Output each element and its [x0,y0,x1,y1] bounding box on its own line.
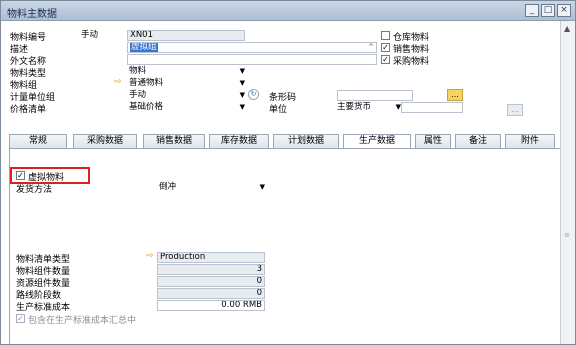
numbering-series-select[interactable]: 手动 [81,30,121,41]
item-no-field[interactable]: XN01 [127,30,245,41]
tab-bar: 常规 采购数据 销售数据 库存数据 计划数据 生产数据 属性 备注 附件 [9,134,561,149]
minimize-button[interactable]: _ [525,4,539,17]
title-bar: 物料主数据 _ □ × [1,1,575,21]
tab-production[interactable]: 生产数据 [343,134,411,149]
vertical-scrollbar[interactable]: ▲ ≡ [560,21,575,344]
routing-stages-field: 0 [157,288,265,299]
chevron-down-icon: ▼ [259,183,265,191]
link-arrow-icon[interactable]: ⇨ [114,77,122,87]
tab-attachments[interactable]: 附件 [505,134,555,148]
description-field[interactable]: 虚拟组 ^ [127,42,377,53]
purchase-item-checkbox[interactable]: ✓ [381,55,390,64]
resource-qty-field: 0 [157,276,265,287]
currency-select[interactable]: 主要货币 ▼ [337,102,401,113]
barcode-browse-button[interactable]: ... [447,89,463,101]
include-in-rollup-checkbox[interactable]: ✓ [16,314,25,323]
item-group-value: 普通物料 [129,78,164,88]
inventory-item-checkbox[interactable] [381,31,390,40]
tab-planning[interactable]: 计划数据 [273,134,339,148]
barcode-field[interactable] [337,90,413,101]
tab-remarks[interactable]: 备注 [455,134,501,148]
chevron-down-icon: ▼ [239,91,245,99]
include-in-rollup-label: 包含在生产标准成本汇总中 [28,316,137,326]
price-list-select[interactable]: 基础价格 ▼ [129,102,245,113]
item-type-value: 物料 [129,66,147,76]
phantom-item-checkbox[interactable]: ✓ [16,171,25,180]
tab-inventory[interactable]: 库存数据 [209,134,269,148]
issue-method-value: 倒冲 [159,182,177,192]
numbering-series-value: 手动 [81,30,99,40]
item-type-select[interactable]: 物料 ▼ [129,66,245,77]
uom-group-select[interactable]: 手动 ▼ [129,90,245,101]
link-arrow-icon[interactable]: ⇨ [146,251,154,261]
uom-group-value: 手动 [129,90,147,100]
price-browse-button[interactable]: ... [507,104,523,116]
close-button[interactable]: × [557,4,571,17]
currency-value: 主要货币 [337,102,372,112]
chevron-down-icon: ▼ [239,67,245,75]
maximize-button[interactable]: □ [541,4,555,17]
std-cost-field[interactable]: 0.00 RMB [157,300,265,311]
component-qty-field: 3 [157,264,265,275]
tab-purchasing[interactable]: 采购数据 [73,134,137,148]
refresh-icon[interactable]: ↻ [248,89,259,100]
tab-general[interactable]: 常规 [9,134,67,148]
price-list-value: 基础价格 [129,102,164,112]
issue-method-label: 发货方法 [16,185,53,195]
unit-label: 单位 [269,105,288,115]
window-title: 物料主数据 [7,9,57,20]
item-master-data-window: 物料主数据 _ □ × 物料编号 手动 XN01 描述 虚拟组 ^ 外文名称 物… [0,0,576,345]
scroll-up-icon[interactable]: ▲ [564,24,570,33]
price-list-label: 价格清单 [10,105,47,115]
purchase-item-label: 采购物料 [393,57,430,67]
description-value: 虚拟组 [130,42,158,52]
chevron-down-icon: ▼ [239,103,245,111]
sales-item-checkbox[interactable]: ✓ [381,43,390,52]
issue-method-select[interactable]: 倒冲 ▼ [159,182,265,193]
std-cost-label: 生产标准成本 [16,303,71,313]
tab-sales[interactable]: 销售数据 [143,134,205,148]
item-group-select[interactable]: 普通物料 ▼ [129,78,245,89]
tab-properties[interactable]: 属性 [415,134,451,148]
scroll-grip-icon[interactable]: ≡ [564,231,570,239]
expand-icon[interactable]: ^ [368,43,374,52]
foreign-name-field[interactable] [127,54,377,65]
unit-price-field[interactable] [401,102,463,113]
bom-type-field[interactable]: Production [157,252,265,263]
chevron-down-icon: ▼ [239,79,245,87]
